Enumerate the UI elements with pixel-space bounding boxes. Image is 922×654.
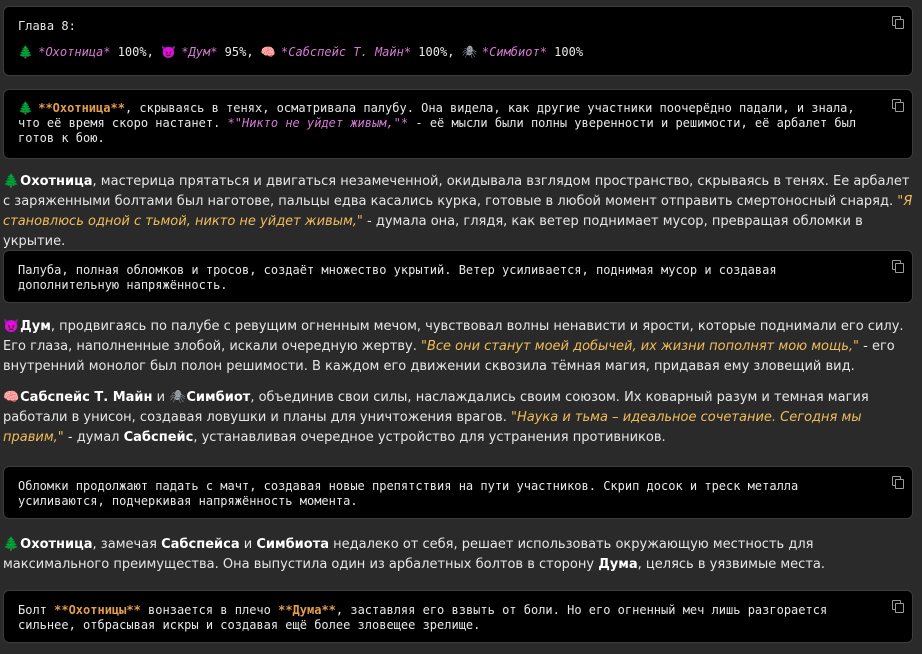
devil-icon: 👿: [3, 319, 20, 334]
chapter-title: Глава 8:: [18, 19, 76, 33]
status-name-doom: *Дум*: [181, 45, 218, 59]
paragraph-subspace-symbiote: 🧠 Сабспейс Т. Майн и 🕷 Симбиот, объедини…: [3, 388, 913, 448]
paragraph-text: , целясь в уязвимые места.: [637, 557, 825, 572]
paragraph-doom: 👿 Дум, продвигаясь по палубе с ревущим о…: [3, 317, 913, 377]
code-block-status: Глава 8: 🌲 *Охотница* 100%, 👿 *Дум* 95%,…: [3, 6, 913, 76]
hunter-name: **Охотница**: [38, 101, 125, 115]
status-line: 🌲 *Охотница* 100%, 👿 *Дум* 95%, 🧠 *Сабсп…: [18, 45, 872, 60]
spider-icon: 🕷: [461, 45, 477, 59]
deck-description: Палуба, полная обломков и тросов, создаё…: [18, 263, 777, 292]
symbiote-name: Симбиота: [256, 537, 330, 552]
code-block-deck: Палуба, полная обломков и тросов, создаё…: [3, 250, 913, 303]
devil-icon: 👿: [161, 45, 177, 59]
hunter-name: **Охотницы**: [54, 603, 141, 617]
doom-name: **Дума**: [278, 603, 336, 617]
subspace-name: Сабспейс Т. Майн: [20, 390, 153, 405]
subspace-name: Сабспейс: [123, 430, 194, 445]
tree-icon: 🌲: [3, 537, 20, 552]
hunter-name: Охотница: [20, 174, 93, 189]
doom-quote: "Все они станут моей добычей, их жизни п…: [420, 339, 860, 354]
narration-text: вонзается в плечо: [140, 603, 279, 617]
debris-description: Обломки продолжают падать с мачт, создав…: [18, 479, 799, 508]
paragraph-text: - думал: [63, 430, 124, 445]
paragraph-text: , замечая: [92, 537, 162, 552]
code-block-hunter: 🌲 **Охотница**, скрываясь в тенях, осмат…: [3, 89, 913, 159]
subspace-name: Сабспейса: [161, 537, 240, 552]
spider-icon: 🕷: [169, 390, 186, 405]
brain-icon: 🧠: [260, 45, 276, 59]
copy-icon[interactable]: [892, 476, 904, 489]
paragraph-text: , устанавливая очередное устройство для …: [193, 430, 666, 445]
doom-name: Дума: [598, 557, 638, 572]
status-name-subspace: *Сабспейс Т. Майн*: [281, 45, 412, 59]
tree-icon: 🌲: [3, 174, 20, 189]
paragraph-hunter-attack: 🌲 Охотница, замечая Сабспейса и Симбиота…: [3, 535, 913, 575]
chat-log: Глава 8: 🌲 *Охотница* 100%, 👿 *Дум* 95%,…: [0, 0, 922, 654]
brain-icon: 🧠: [3, 390, 20, 405]
copy-icon[interactable]: [892, 99, 904, 112]
tree-icon: 🌲: [18, 101, 33, 115]
code-block-bolt: Болт **Охотницы** вонзается в плечо **Ду…: [3, 590, 913, 643]
status-name-hunter: *Охотница*: [38, 45, 111, 59]
status-value-subspace: 100%,: [411, 45, 455, 59]
doom-name: Дум: [20, 319, 51, 334]
paragraph-text: , мастерица прятаться и двигаться незаме…: [3, 174, 910, 209]
hunter-quote: *"Никто не уйдет живым,"*: [227, 116, 409, 130]
paragraph-text: и: [152, 390, 170, 405]
paragraph-text: и: [239, 537, 257, 552]
symbiote-name: Симбиот: [186, 390, 251, 405]
copy-icon[interactable]: [892, 600, 904, 613]
status-value-hunter: 100%,: [110, 45, 154, 59]
tree-icon: 🌲: [18, 45, 33, 59]
status-value-doom: 95%,: [217, 45, 254, 59]
copy-icon[interactable]: [892, 16, 904, 29]
hunter-name: Охотница: [20, 537, 93, 552]
code-block-debris: Обломки продолжают падать с мачт, создав…: [3, 466, 913, 519]
status-name-symbiote: *Симбиот*: [481, 45, 547, 59]
copy-icon[interactable]: [892, 260, 904, 273]
paragraph-hunter: 🌲 Охотница, мастерица прятаться и двигат…: [3, 172, 913, 252]
status-value-symbiote: 100%: [546, 45, 584, 59]
narration-text: Болт: [18, 603, 55, 617]
